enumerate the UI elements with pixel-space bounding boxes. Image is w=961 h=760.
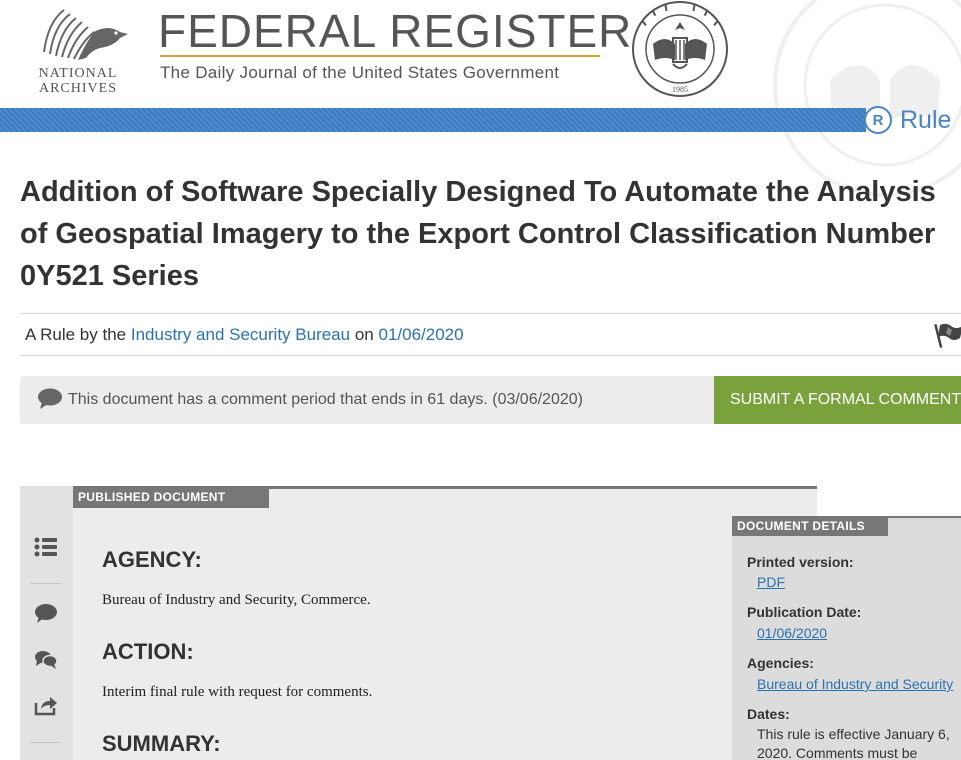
published-document-panel: PUBLISHED DOCUMENT AGENCY: Bureau of Ind… <box>73 486 817 760</box>
action-body: Interim final rule with request for comm… <box>102 684 373 700</box>
comment-period-message: This document has a comment period that … <box>68 391 583 408</box>
flag-icon[interactable] <box>934 321 961 349</box>
agency-body: Bureau of Industry and Security, Commerc… <box>102 592 371 608</box>
document-title: Addition of Software Specially Designed … <box>20 176 936 292</box>
byline-prefix: A Rule by the <box>25 325 127 344</box>
document-details-label: DOCUMENT DETAILS <box>732 516 888 536</box>
side-nav-divider <box>30 583 61 584</box>
site-subtitle: The Daily Journal of the United States G… <box>160 63 560 82</box>
rule-icon: R <box>864 106 892 134</box>
share-icon[interactable] <box>34 694 58 716</box>
submit-formal-comment-button[interactable]: SUBMIT A FORMAL COMMENT <box>714 376 961 424</box>
side-nav-divider <box>30 742 61 743</box>
published-document-label: PUBLISHED DOCUMENT <box>73 488 269 508</box>
byline: A Rule by the Industry and Security Bure… <box>20 313 961 356</box>
dates-value: This rule is effective January 6, 2020. … <box>757 726 950 760</box>
byline-text: A Rule by the Industry and Security Bure… <box>25 325 464 345</box>
archives-line-1: NATIONAL <box>38 66 118 81</box>
list-icon[interactable] <box>34 536 58 558</box>
comment-icon <box>38 388 62 409</box>
agency-heading: AGENCY: <box>102 547 202 572</box>
eagle-icon <box>43 9 128 60</box>
agency-link[interactable]: Industry and Security Bureau <box>131 325 350 344</box>
printed-version-label: Printed version: <box>747 554 854 570</box>
summary-heading: SUMMARY: <box>102 731 221 756</box>
seal-watermark-icon <box>773 0 961 197</box>
dates-label: Dates: <box>747 706 790 722</box>
comment-icon[interactable] <box>34 603 58 625</box>
document-side-nav <box>20 486 73 760</box>
document-type-label: Rule <box>900 105 952 134</box>
title-underline <box>160 55 600 57</box>
comments-icon[interactable] <box>34 649 58 671</box>
comment-period-bar: This document has a comment period that … <box>20 376 961 424</box>
site-header: NATIONAL ARCHIVES FEDERAL REGISTER The D… <box>0 0 961 197</box>
pdf-link[interactable]: PDF <box>757 574 785 590</box>
agencies-label: Agencies: <box>747 655 814 671</box>
agency-details-link[interactable]: Bureau of Industry and Security <box>757 676 953 692</box>
document-details-panel: DOCUMENT DETAILS Printed version: PDF Pu… <box>732 516 961 760</box>
site-title[interactable]: FEDERAL REGISTER <box>158 6 632 56</box>
header-band <box>0 108 866 132</box>
publication-date-label: Publication Date: <box>747 604 862 620</box>
action-heading: ACTION: <box>102 639 194 664</box>
seal-year: 1985 <box>672 85 688 94</box>
national-archives-logo[interactable]: NATIONAL ARCHIVES <box>26 2 130 98</box>
document-type-badge: R Rule <box>864 105 951 135</box>
byline-on: on <box>354 325 374 344</box>
archives-line-2: ARCHIVES <box>38 81 117 96</box>
national-archives-wordmark: NATIONAL ARCHIVES <box>26 66 130 96</box>
date-link[interactable]: 01/06/2020 <box>378 325 463 344</box>
publication-date-link[interactable]: 01/06/2020 <box>757 625 827 641</box>
nara-seal-icon: 1985 <box>632 1 728 97</box>
